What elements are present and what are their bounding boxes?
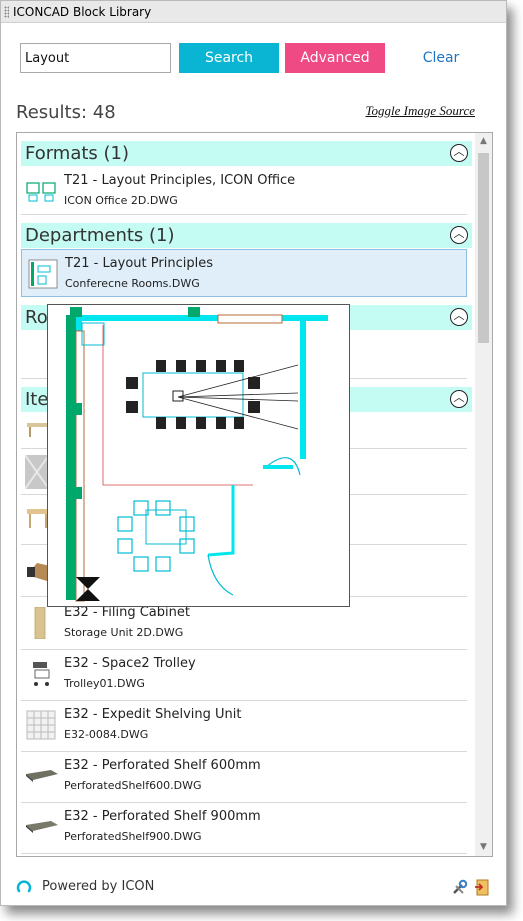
item-title: E32 - Expedit Shelving Unit bbox=[64, 707, 242, 722]
item-title: E32 - Perforated Shelf 600mm bbox=[64, 758, 261, 773]
collapse-icon[interactable]: ︿ bbox=[450, 308, 468, 326]
item-title: E32 - Space2 Trolley bbox=[64, 656, 196, 671]
tools-icon[interactable] bbox=[451, 879, 468, 896]
filing-cabinet-icon bbox=[34, 607, 46, 639]
group-header-formats[interactable]: Formats (1) ︿ bbox=[21, 141, 472, 166]
exit-icon[interactable] bbox=[473, 879, 490, 896]
group-title: Ite bbox=[25, 389, 49, 410]
list-item[interactable]: E32 - Perforated Shelf 600mm PerforatedS… bbox=[21, 752, 467, 803]
advanced-button[interactable]: Advanced bbox=[285, 43, 385, 73]
item-title: T21 - Layout Principles bbox=[65, 256, 213, 271]
item-filename: PerforatedShelf900.DWG bbox=[64, 830, 202, 843]
perforated-shelf-icon bbox=[26, 770, 58, 782]
group-title: Ro bbox=[25, 307, 48, 328]
drag-grip-icon[interactable] bbox=[4, 6, 9, 18]
collapse-icon[interactable]: ︿ bbox=[450, 226, 468, 244]
trolley-icon bbox=[33, 662, 50, 686]
cad-preview-popup bbox=[47, 304, 350, 607]
item-filename: PerforatedShelf600.DWG bbox=[64, 779, 202, 792]
scroll-up-icon[interactable]: ▲ bbox=[475, 133, 492, 150]
group-header-departments[interactable]: Departments (1) ︿ bbox=[21, 223, 472, 248]
results-count: Results: 48 bbox=[16, 102, 116, 123]
cad-thumbnail-icon bbox=[26, 182, 56, 202]
block-library-window: ICONCAD Block Library Search Advanced Cl… bbox=[0, 0, 507, 906]
item-filename: ICON Office 2D.DWG bbox=[64, 194, 178, 207]
shelving-unit-icon bbox=[26, 710, 56, 740]
group-title: Formats (1) bbox=[25, 143, 130, 164]
floor-plan-drawing bbox=[66, 307, 328, 602]
list-item[interactable]: E32 - Perforated Shelf 900mm PerforatedS… bbox=[21, 803, 467, 854]
perforated-shelf-icon bbox=[26, 821, 58, 833]
missing-image-icon bbox=[25, 455, 49, 489]
clear-button[interactable]: Clear bbox=[391, 43, 491, 73]
item-filename: Storage Unit 2D.DWG bbox=[64, 626, 184, 639]
item-filename: E32-0084.DWG bbox=[64, 728, 149, 741]
toggle-image-source-link[interactable]: Toggle Image Source bbox=[365, 103, 475, 119]
search-button[interactable]: Search bbox=[179, 43, 279, 73]
list-item-selected[interactable]: T21 - Layout Principles Conferecne Rooms… bbox=[21, 249, 467, 297]
item-title: E32 - Perforated Shelf 900mm bbox=[64, 809, 261, 824]
collapse-icon[interactable]: ︿ bbox=[450, 144, 468, 162]
window-title: ICONCAD Block Library bbox=[13, 5, 152, 19]
list-scrollbar[interactable]: ▲ ▼ bbox=[475, 133, 492, 856]
list-item[interactable]: E32 - Space2 Trolley Trolley01.DWG bbox=[21, 650, 467, 701]
collapse-icon[interactable]: ︿ bbox=[450, 390, 468, 408]
scroll-thumb[interactable] bbox=[478, 153, 489, 343]
icon-logo bbox=[16, 880, 32, 893]
group-title: Departments (1) bbox=[25, 225, 175, 246]
cad-thumbnail-icon bbox=[28, 259, 58, 289]
title-bar: ICONCAD Block Library bbox=[1, 1, 506, 23]
list-item[interactable]: E32 - Expedit Shelving Unit E32-0084.DWG bbox=[21, 701, 467, 752]
item-title: T21 - Layout Principles, ICON Office bbox=[64, 173, 296, 188]
powered-by-label: Powered by ICON bbox=[42, 879, 155, 894]
item-filename: Conferecne Rooms.DWG bbox=[65, 277, 200, 290]
item-filename: Trolley01.DWG bbox=[64, 677, 145, 690]
search-input[interactable] bbox=[20, 43, 171, 73]
scroll-down-icon[interactable]: ▼ bbox=[475, 839, 492, 856]
list-item[interactable]: T21 - Layout Principles, ICON Office ICO… bbox=[21, 167, 467, 215]
